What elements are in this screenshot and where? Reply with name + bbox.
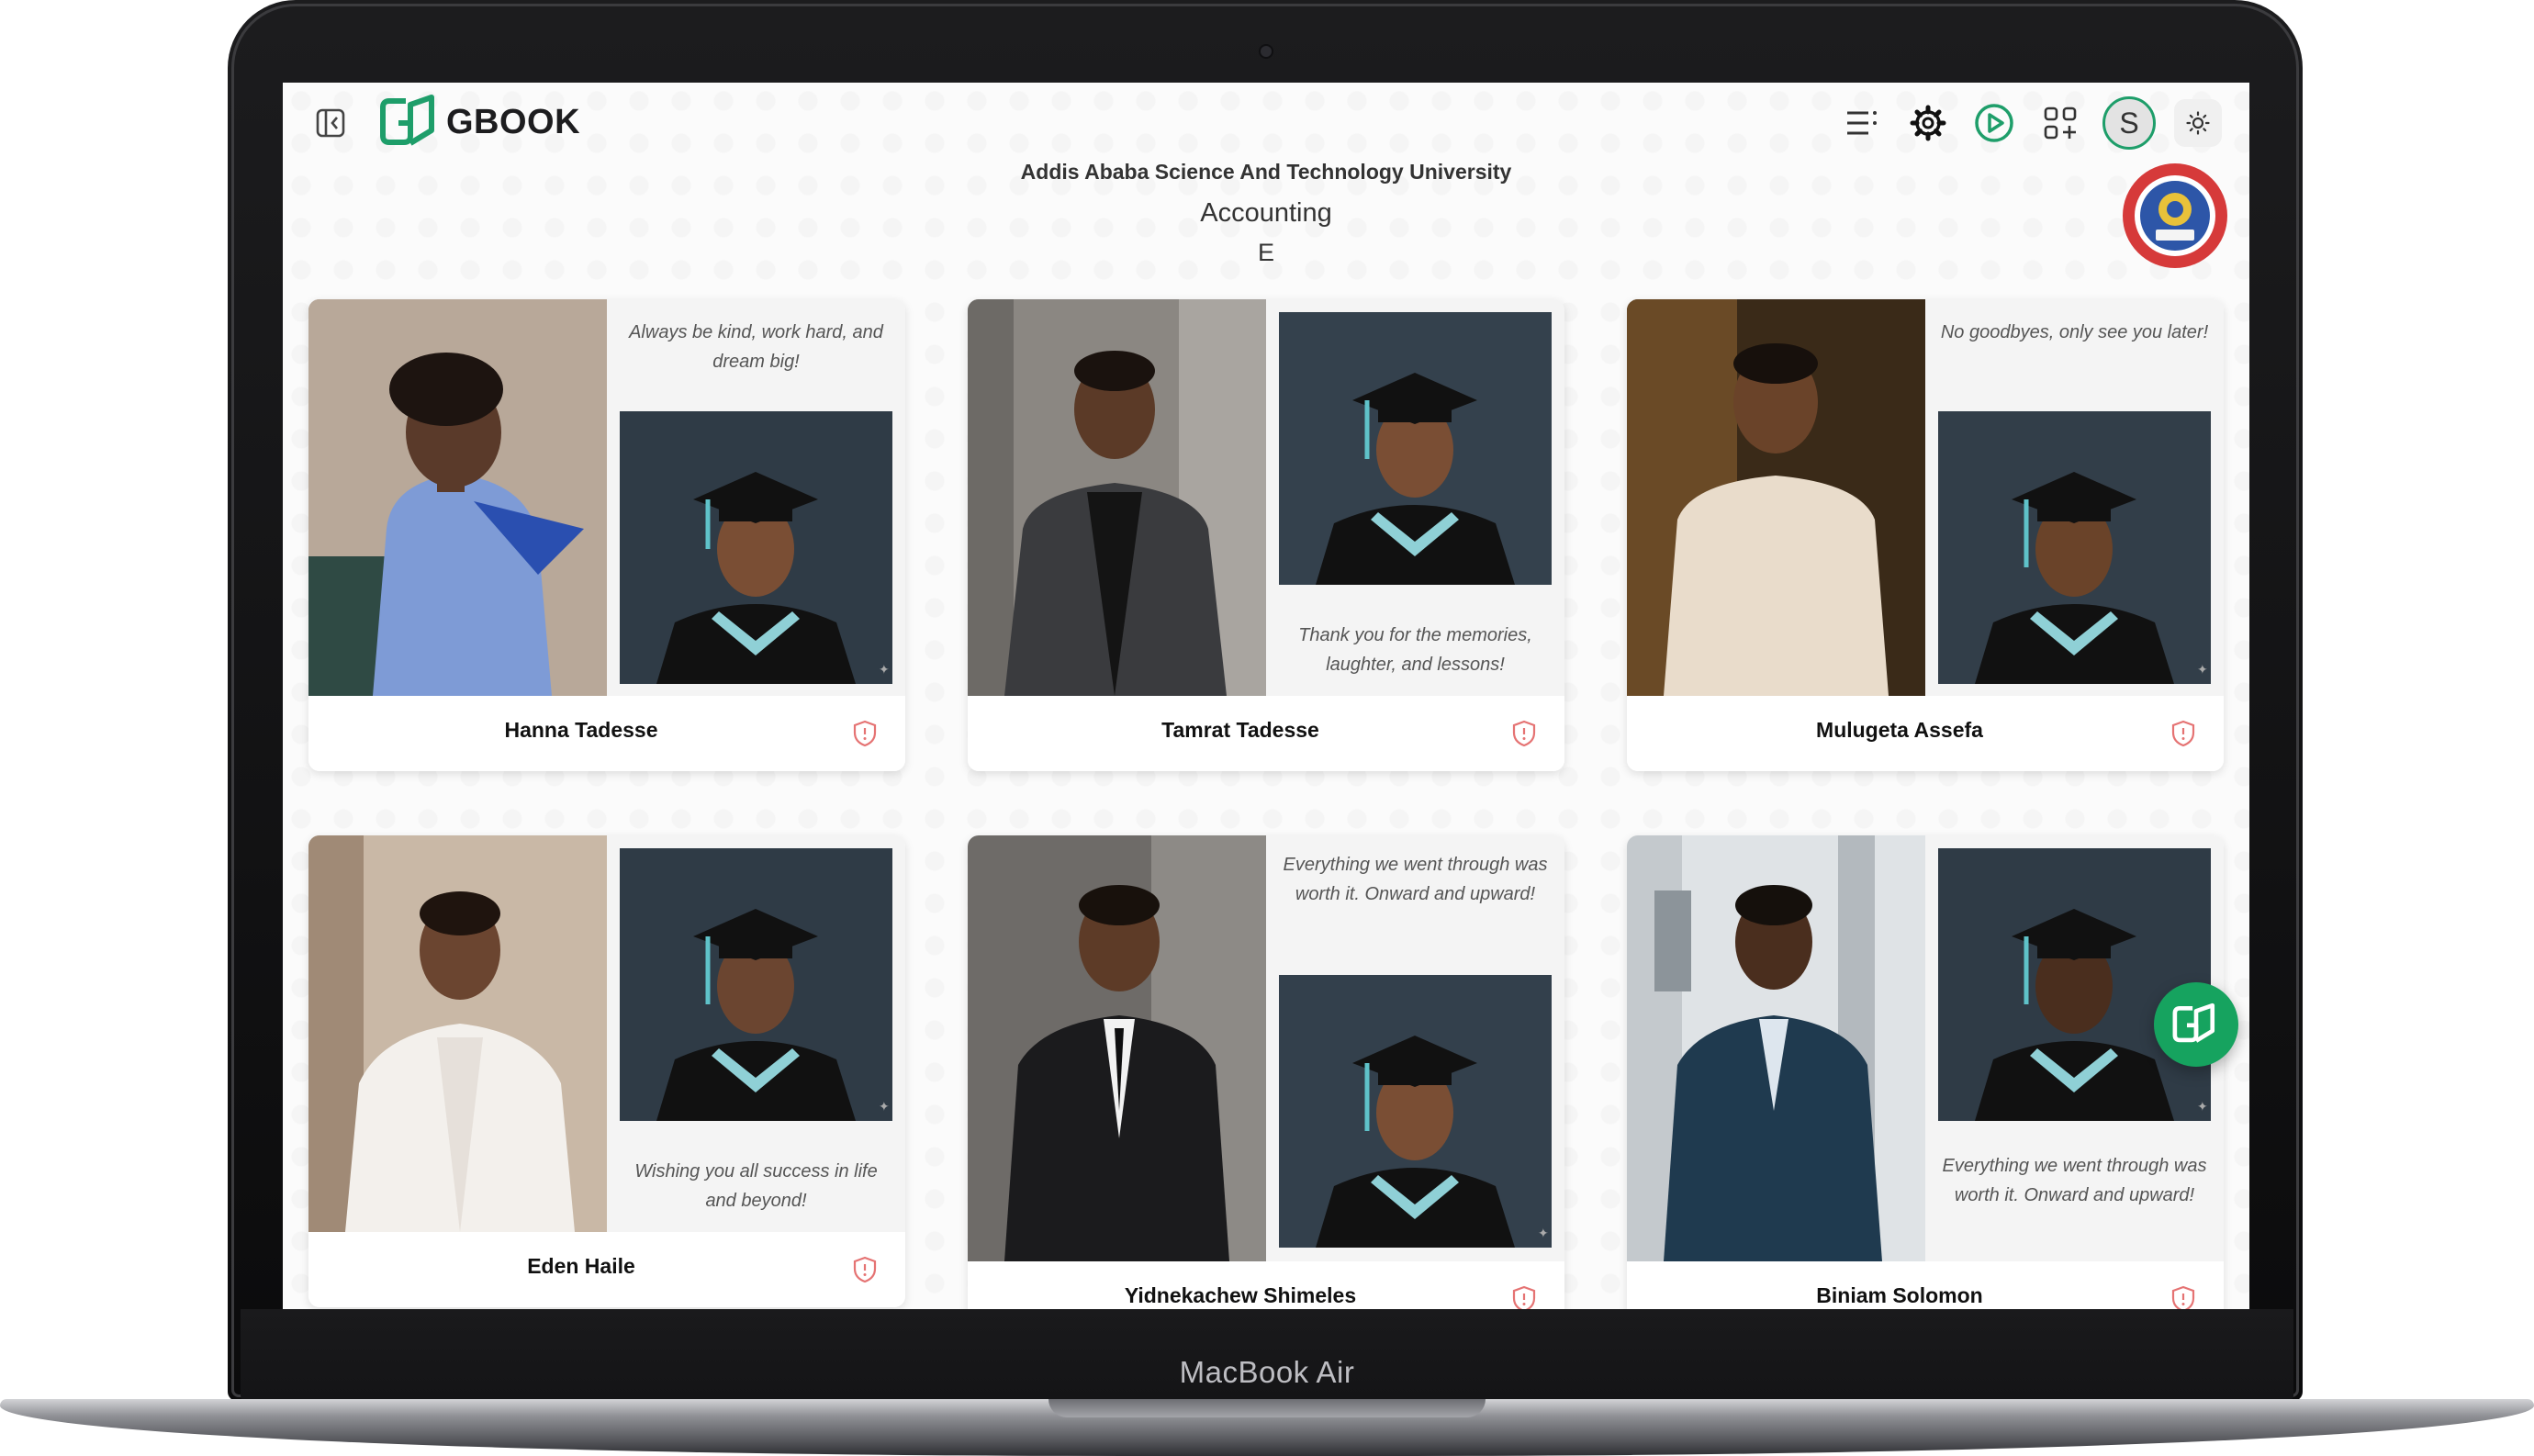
sidebar-toggle-icon: [316, 108, 345, 138]
play-icon: [1975, 104, 2013, 142]
shield-icon[interactable]: [852, 1256, 878, 1283]
student-photo: [308, 299, 607, 696]
student-name: Tamrat Tadesse: [1161, 718, 1319, 742]
department-name: Accounting: [1200, 198, 1332, 228]
student-name: Hanna Tadesse: [504, 718, 658, 742]
device-label: MacBook Air: [1179, 1355, 1355, 1389]
student-name: Eden Haile: [527, 1254, 635, 1278]
student-quote: Always be kind, work hard, and dream big…: [629, 322, 883, 372]
card-footer: Biniam Solomon: [1627, 1261, 2224, 1309]
student-card[interactable]: Thank you for the memories, laughter, an…: [968, 299, 1564, 771]
graduation-photo: ✦: [1279, 975, 1552, 1248]
apps-icon: [2044, 106, 2077, 140]
student-quote: Thank you for the memories, laughter, an…: [1298, 625, 1532, 675]
avatar[interactable]: S: [2102, 96, 2156, 150]
student-name: Yidnekachew Shimeles: [1124, 1283, 1357, 1307]
card-footer: Tamrat Tadesse: [968, 696, 1564, 771]
sun-icon: [2186, 111, 2210, 135]
university-name: Addis Ababa Science And Technology Unive…: [1020, 160, 1512, 184]
theme-toggle-button[interactable]: [2174, 99, 2222, 147]
student-right-column: Thank you for the memories, laughter, an…: [1266, 299, 1564, 696]
student-quote: Wishing you all success in life and beyo…: [634, 1161, 878, 1211]
sidebar-toggle-button[interactable]: [310, 103, 351, 143]
shield-icon[interactable]: [852, 720, 878, 747]
gear-icon: [1910, 105, 1946, 141]
student-right-column: No goodbyes, only see you later! ✦: [1925, 299, 2224, 696]
student-photo: [968, 299, 1266, 696]
gbook-logo-icon: [380, 95, 434, 146]
svg-text:✦: ✦: [2197, 663, 2208, 678]
student-photo: [1627, 299, 1925, 696]
svg-text:✦: ✦: [2197, 1100, 2208, 1114]
gbook-logo[interactable]: GBOOK: [378, 92, 580, 152]
card-footer: Yidnekachew Shimeles: [968, 1261, 1564, 1309]
student-card[interactable]: ✦ Wishing you all success in life and be…: [308, 835, 905, 1307]
student-photo: [308, 835, 607, 1232]
laptop-notch: [1048, 1399, 1486, 1417]
shield-icon[interactable]: [2170, 1285, 2196, 1309]
menu-icon: [1847, 111, 1877, 135]
graduation-photo: ✦: [620, 848, 892, 1121]
student-right-column: Everything we went through was worth it.…: [1266, 835, 1564, 1261]
svg-text:✦: ✦: [879, 663, 890, 678]
student-right-column: Always be kind, work hard, and dream big…: [607, 299, 905, 696]
svg-text:✦: ✦: [879, 1100, 890, 1114]
gbook-logo-icon: [2172, 1002, 2215, 1043]
university-seal: [2121, 162, 2229, 274]
svg-text:✦: ✦: [1538, 1226, 1549, 1241]
student-card[interactable]: ✦ Everything we went through was worth i…: [1627, 835, 2224, 1309]
student-quote: Everything we went through was worth it.…: [1942, 1156, 2207, 1205]
student-name: Mulugeta Assefa: [1816, 718, 1983, 742]
graduation-photo: ✦: [1938, 411, 2211, 684]
student-right-column: ✦ Wishing you all success in life and be…: [607, 835, 905, 1232]
graduation-photo: ✦: [1938, 848, 2211, 1121]
app-screen: GBOOK S Addis Ababa Science And Technolo…: [283, 83, 2249, 1309]
camera: [1261, 46, 1272, 57]
settings-button[interactable]: [1904, 99, 1952, 147]
student-card[interactable]: Everything we went through was worth it.…: [968, 835, 1564, 1309]
shield-icon[interactable]: [2170, 720, 2196, 747]
card-footer: Hanna Tadesse: [308, 696, 905, 771]
student-quote: Everything we went through was worth it.…: [1283, 855, 1548, 904]
student-name: Biniam Solomon: [1816, 1283, 1983, 1307]
student-photo: [1627, 835, 1925, 1261]
shield-icon[interactable]: [1511, 720, 1537, 747]
play-button[interactable]: [1970, 99, 2018, 147]
menu-button[interactable]: [1838, 99, 1886, 147]
toolbar: S: [1838, 94, 2222, 152]
card-footer: Eden Haile: [308, 1232, 905, 1307]
shield-icon[interactable]: [1511, 1285, 1537, 1309]
student-card[interactable]: Always be kind, work hard, and dream big…: [308, 299, 905, 771]
graduation-photo: ✦: [620, 411, 892, 684]
student-card[interactable]: No goodbyes, only see you later! ✦ Mulug…: [1627, 299, 2224, 771]
graduation-photo: [1279, 312, 1552, 585]
section-name: E: [1257, 239, 1274, 266]
student-quote: No goodbyes, only see you later!: [1940, 322, 2209, 342]
gbook-fab-button[interactable]: [2154, 982, 2238, 1067]
card-footer: Mulugeta Assefa: [1627, 696, 2224, 771]
student-photo: [968, 835, 1266, 1261]
logo-text: GBOOK: [446, 102, 581, 141]
apps-button[interactable]: [2036, 99, 2084, 147]
